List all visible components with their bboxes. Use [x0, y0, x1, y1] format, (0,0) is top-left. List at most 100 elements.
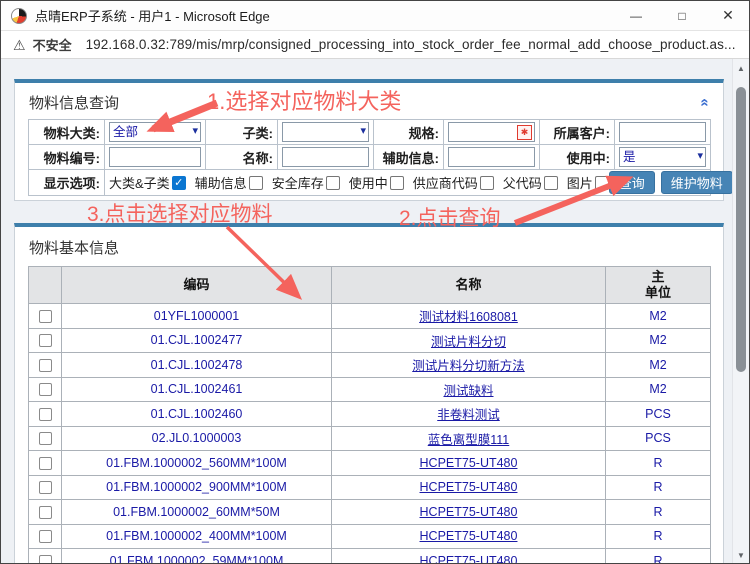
- row-checkbox[interactable]: [39, 530, 52, 543]
- checkbox[interactable]: [480, 176, 494, 190]
- vertical-scrollbar[interactable]: ▲ ▼: [732, 59, 749, 564]
- subclass-select[interactable]: [282, 122, 369, 142]
- cell-name[interactable]: HCPET75-UT480: [420, 554, 518, 564]
- row-checkbox[interactable]: [39, 555, 52, 564]
- cell-code[interactable]: 01.FBM.1000002_400MM*100M: [62, 524, 332, 549]
- security-label[interactable]: 不安全: [33, 35, 72, 54]
- cell-unit: M2: [606, 377, 711, 402]
- results-table: 编码 名称 主单位 01YFL1000001 测试材料1608081 M2 01…: [28, 266, 711, 564]
- display-option[interactable]: 大类&子类 ✓: [109, 173, 186, 192]
- name-input[interactable]: [282, 147, 369, 167]
- cell-unit: R: [606, 524, 711, 549]
- row-checkbox[interactable]: [39, 506, 52, 519]
- in-use-label: 使用中:: [540, 145, 615, 170]
- cell-name[interactable]: 测试缺料: [443, 384, 493, 398]
- scroll-down-icon[interactable]: ▼: [733, 551, 749, 560]
- row-checkbox[interactable]: [39, 334, 52, 347]
- table-row[interactable]: 01.FBM.1000002_400MM*100M HCPET75-UT480 …: [29, 524, 711, 549]
- table-row[interactable]: 02.JL0.1000003 蓝色离型膜111 PCS: [29, 426, 711, 451]
- cell-name[interactable]: HCPET75-UT480: [420, 456, 518, 470]
- cell-unit: R: [606, 500, 711, 525]
- display-option-label: 图片: [567, 173, 593, 192]
- table-row[interactable]: 01YFL1000001 测试材料1608081 M2: [29, 304, 711, 329]
- display-option-label: 使用中: [349, 173, 388, 192]
- maximize-button[interactable]: □: [659, 1, 705, 31]
- table-row[interactable]: 01.CJL.1002477 测试片料分切 M2: [29, 328, 711, 353]
- cell-code[interactable]: 01.CJL.1002477: [62, 328, 332, 353]
- table-row[interactable]: 01.FBM.1000002_560MM*100M HCPET75-UT480 …: [29, 451, 711, 476]
- cell-code[interactable]: 01.CJL.1002478: [62, 353, 332, 378]
- cell-name[interactable]: HCPET75-UT480: [420, 480, 518, 494]
- maintain-material-button[interactable]: 维护物料: [661, 171, 733, 194]
- display-option-label: 供应商代码: [413, 173, 478, 192]
- cell-name[interactable]: 蓝色离型膜111: [428, 433, 510, 447]
- cell-code[interactable]: 01.CJL.1002460: [62, 402, 332, 427]
- customer-label: 所属客户:: [540, 120, 615, 145]
- app-favicon-icon: [11, 8, 27, 24]
- row-checkbox[interactable]: [39, 359, 52, 372]
- checkbox[interactable]: [249, 176, 263, 190]
- display-option-label: 辅助信息: [195, 173, 247, 192]
- in-use-select[interactable]: 是: [619, 147, 706, 167]
- cell-code[interactable]: 02.JL0.1000003: [62, 426, 332, 451]
- window-title: 点晴ERP子系统 - 用户1 - Microsoft Edge: [35, 6, 270, 25]
- cell-code[interactable]: 01YFL1000001: [62, 304, 332, 329]
- table-row[interactable]: 01.CJL.1002460 非卷料测试 PCS: [29, 402, 711, 427]
- display-option-label: 父代码: [503, 173, 542, 192]
- display-options-group: 大类&子类 ✓ 辅助信息 安全库存 使用中: [109, 173, 609, 192]
- checkbox[interactable]: [326, 176, 340, 190]
- cell-code[interactable]: 01.CJL.1002461: [62, 377, 332, 402]
- spec-input[interactable]: [449, 123, 517, 141]
- cell-code[interactable]: 01.FBM.1000002_900MM*100M: [62, 475, 332, 500]
- category-select[interactable]: 全部: [109, 122, 201, 142]
- cell-name[interactable]: 测试片料分切新方法: [412, 359, 525, 373]
- display-option[interactable]: 图片: [567, 173, 609, 192]
- close-button[interactable]: ✕: [705, 1, 750, 31]
- results-table-body: 01YFL1000001 测试材料1608081 M2 01.CJL.10024…: [29, 304, 711, 564]
- row-checkbox[interactable]: [39, 408, 52, 421]
- checkbox[interactable]: [595, 176, 609, 190]
- collapse-panel-icon[interactable]: «: [696, 98, 713, 106]
- table-row[interactable]: 01.FBM.1000002_59MM*100M HCPET75-UT480 R: [29, 549, 711, 564]
- customer-input[interactable]: [619, 122, 706, 142]
- address-bar[interactable]: ⚠ 不安全 192.168.0.32:789/mis/mrp/consigned…: [1, 31, 750, 59]
- table-row[interactable]: 01.FBM.1000002_900MM*100M HCPET75-UT480 …: [29, 475, 711, 500]
- display-option-label: 大类&子类: [109, 173, 170, 192]
- warning-icon: ⚠: [13, 38, 26, 52]
- row-checkbox[interactable]: [39, 310, 52, 323]
- query-form: 物料大类: 全部 ▾ 子类: ▾ 规格:: [28, 119, 711, 196]
- display-option[interactable]: 辅助信息: [195, 173, 263, 192]
- checkbox[interactable]: [544, 176, 558, 190]
- cell-code[interactable]: 01.FBM.1000002_59MM*100M: [62, 549, 332, 564]
- code-input[interactable]: [109, 147, 201, 167]
- table-row[interactable]: 01.CJL.1002478 测试片料分切新方法 M2: [29, 353, 711, 378]
- display-option[interactable]: 供应商代码: [413, 173, 494, 192]
- minimize-button[interactable]: —: [613, 1, 659, 31]
- table-row[interactable]: 01.FBM.1000002_60MM*50M HCPET75-UT480 R: [29, 500, 711, 525]
- cell-code[interactable]: 01.FBM.1000002_60MM*50M: [62, 500, 332, 525]
- url-text[interactable]: 192.168.0.32:789/mis/mrp/consigned_proce…: [86, 37, 736, 52]
- checkbox[interactable]: ✓: [172, 176, 186, 190]
- scrollbar-thumb[interactable]: [736, 87, 746, 372]
- display-option[interactable]: 使用中: [349, 173, 404, 192]
- checkbox[interactable]: [390, 176, 404, 190]
- display-option[interactable]: 父代码: [503, 173, 558, 192]
- cell-name[interactable]: 测试片料分切: [431, 335, 506, 349]
- row-checkbox[interactable]: [39, 432, 52, 445]
- table-row[interactable]: 01.CJL.1002461 测试缺料 M2: [29, 377, 711, 402]
- results-panel-title: 物料基本信息: [15, 227, 723, 264]
- subclass-label: 子类:: [206, 120, 278, 145]
- row-checkbox[interactable]: [39, 383, 52, 396]
- scroll-up-icon[interactable]: ▲: [733, 64, 749, 73]
- cell-name[interactable]: HCPET75-UT480: [420, 529, 518, 543]
- display-option[interactable]: 安全库存: [272, 173, 340, 192]
- cell-name[interactable]: 测试材料1608081: [419, 310, 518, 324]
- aux-input[interactable]: [448, 147, 535, 167]
- row-checkbox[interactable]: [39, 481, 52, 494]
- cell-name[interactable]: 非卷料测试: [437, 408, 500, 422]
- row-checkbox[interactable]: [39, 457, 52, 470]
- results-panel: 物料基本信息 编码 名称 主单位 01YFL1000001: [14, 223, 724, 564]
- cell-code[interactable]: 01.FBM.1000002_560MM*100M: [62, 451, 332, 476]
- cell-name[interactable]: HCPET75-UT480: [420, 505, 518, 519]
- query-button[interactable]: 查询: [609, 171, 655, 194]
